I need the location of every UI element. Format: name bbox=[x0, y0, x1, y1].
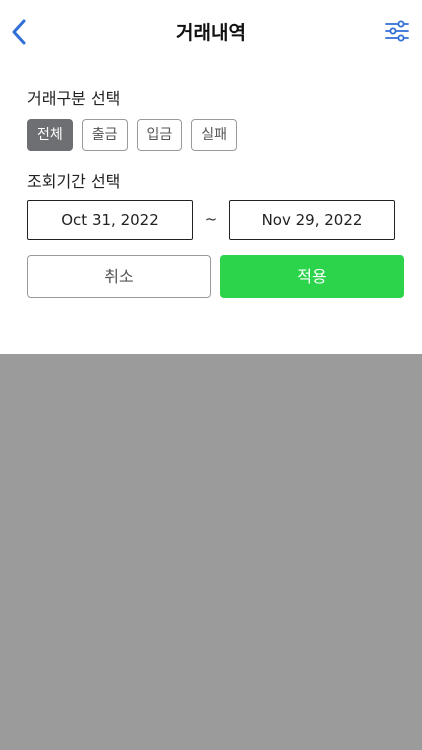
date-separator: ~ bbox=[204, 210, 218, 228]
sliders-icon bbox=[385, 20, 409, 46]
period-label: 조회기간 선택 bbox=[27, 172, 121, 191]
transaction-type-options: 전체 출금 입금 실패 bbox=[27, 119, 238, 151]
end-date-field[interactable]: Nov 29, 2022 bbox=[229, 200, 395, 240]
page-title: 거래내역 bbox=[176, 22, 246, 44]
transaction-type-label: 거래구분 선택 bbox=[27, 89, 121, 108]
chip-withdrawal[interactable]: 출금 bbox=[81, 119, 128, 151]
apply-button[interactable]: 적용 bbox=[220, 255, 404, 298]
chip-deposit[interactable]: 입금 bbox=[136, 119, 183, 151]
dim-overlay[interactable] bbox=[0, 354, 422, 750]
filter-panel: 거래구분 선택 전체 출금 입금 실패 조회기간 선택 Oct 31, 2022… bbox=[0, 68, 422, 354]
cancel-button[interactable]: 취소 bbox=[27, 255, 211, 298]
filter-button[interactable] bbox=[384, 20, 410, 46]
chip-all[interactable]: 전체 bbox=[27, 119, 73, 151]
chip-failed[interactable]: 실패 bbox=[191, 119, 238, 151]
start-date-field[interactable]: Oct 31, 2022 bbox=[27, 200, 193, 240]
header-bar: 거래내역 bbox=[0, 0, 422, 68]
